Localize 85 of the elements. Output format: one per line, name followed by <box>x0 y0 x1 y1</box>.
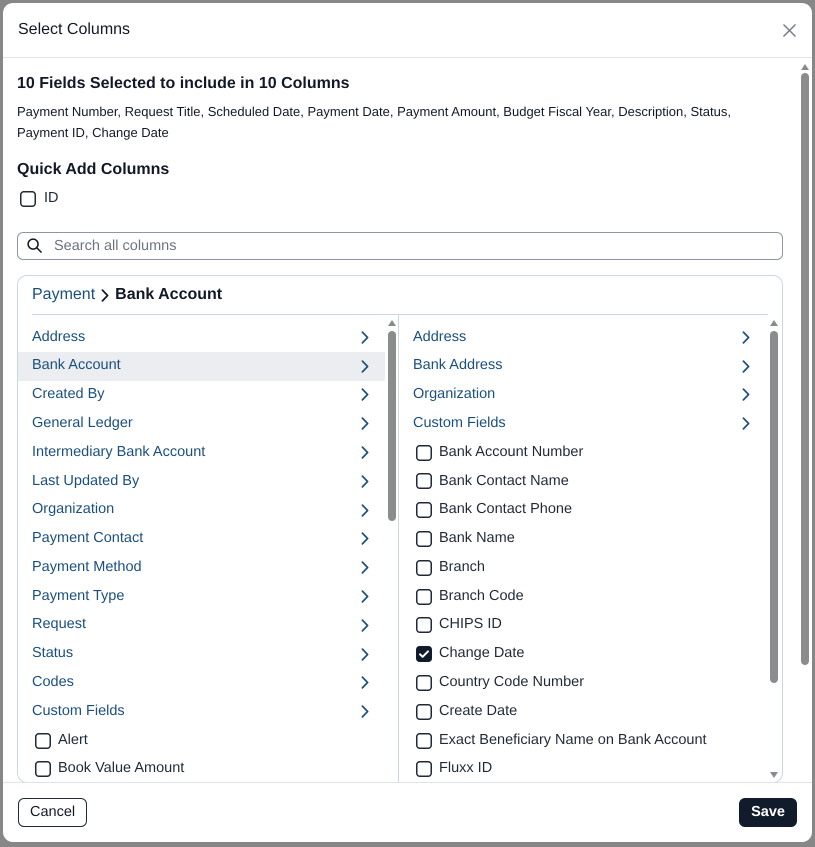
breadcrumb-link[interactable]: Payment <box>32 283 96 307</box>
checkbox[interactable] <box>35 732 51 749</box>
checkbox[interactable] <box>416 530 432 547</box>
chevron-right-icon <box>742 330 750 344</box>
checkbox[interactable] <box>416 444 432 461</box>
checkbox-label[interactable]: Fluxx ID <box>439 758 492 780</box>
checkbox-label[interactable]: Exact Beneficiary Name on Bank Account <box>439 730 707 752</box>
checkbox-label[interactable]: Book Value Amount <box>58 758 184 780</box>
checkbox-label[interactable]: Branch Code <box>439 586 524 608</box>
search-icon <box>27 238 42 253</box>
chevron-right-icon <box>361 446 369 460</box>
category-item[interactable]: Payment Contact <box>18 524 385 554</box>
category-item[interactable]: Organization <box>18 496 385 525</box>
chevron-right-icon <box>361 561 369 574</box>
category-item[interactable]: Intermediary Bank Account <box>18 438 385 467</box>
chevron-right-icon <box>361 705 369 718</box>
checkbox[interactable] <box>35 761 51 778</box>
checkbox-label[interactable]: Alert <box>58 730 88 752</box>
chevron-right-icon <box>361 388 369 402</box>
checkbox[interactable] <box>416 646 432 662</box>
save-button[interactable]: Save <box>739 798 797 827</box>
category-item[interactable]: Custom Fields <box>399 409 766 438</box>
chevron-right-icon <box>361 532 369 546</box>
selected-fields-text: Payment Number, Request Title, Scheduled Date, Payment Date, Payment Amount, Budget Fiscal Year, Description, Status, Payment ID, Change Date <box>17 103 732 142</box>
chevron-right-icon <box>361 417 369 430</box>
checkbox[interactable] <box>416 473 432 490</box>
category-item[interactable]: Bank Account <box>18 352 385 381</box>
scroll-up-arrow-icon[interactable] <box>801 64 809 70</box>
checkbox[interactable] <box>416 704 432 720</box>
breadcrumb-separator-icon <box>101 288 110 302</box>
search-field[interactable]: Search all columns <box>17 232 783 260</box>
chevron-right-icon <box>361 676 369 690</box>
category-item[interactable]: Address <box>399 323 766 352</box>
category-item[interactable]: Address <box>18 323 385 352</box>
checkbox-label[interactable]: Bank Contact Name <box>439 470 569 492</box>
chevron-right-icon <box>361 474 369 488</box>
scrollbar-thumb[interactable] <box>801 73 809 665</box>
quick-add-heading: Quick Add Columns <box>17 160 170 180</box>
scroll-down-arrow-icon[interactable] <box>770 772 778 778</box>
checkbox-label[interactable]: Country Code Number <box>439 672 584 694</box>
close-icon[interactable] <box>783 24 796 36</box>
checkbox-label[interactable]: Bank Contact Phone <box>439 499 572 522</box>
summary-heading: 10 Fields Selected to include in 10 Columns <box>17 74 351 94</box>
scrollbar-thumb[interactable] <box>770 331 778 683</box>
checkbox[interactable] <box>416 560 432 576</box>
checkbox-label[interactable]: Bank Name <box>439 528 515 550</box>
checkbox[interactable] <box>416 732 432 749</box>
category-item[interactable]: Created By <box>18 380 385 410</box>
chevron-right-icon <box>361 360 369 373</box>
category-item[interactable]: Last Updated By <box>18 466 385 496</box>
checkbox[interactable] <box>416 617 432 634</box>
checkbox[interactable] <box>416 588 432 605</box>
checkbox-label[interactable]: Bank Account Number <box>439 442 584 464</box>
checkbox[interactable] <box>416 761 432 778</box>
chevron-right-icon <box>742 360 750 373</box>
scrollbar-thumb[interactable] <box>388 331 396 521</box>
checkbox-label[interactable]: CHIPS ID <box>439 614 502 636</box>
checkbox-label[interactable]: Create Date <box>439 700 518 723</box>
category-item[interactable]: General Ledger <box>18 409 385 438</box>
chevron-right-icon <box>742 388 750 402</box>
category-item[interactable]: Custom Fields <box>18 697 385 726</box>
scroll-up-arrow-icon[interactable] <box>770 320 778 326</box>
checkbox-label[interactable]: Change Date <box>439 643 524 666</box>
checkbox-label[interactable]: Branch <box>439 556 485 579</box>
category-item[interactable]: Codes <box>18 668 385 698</box>
breadcrumb-current: Bank Account <box>115 285 222 305</box>
chevron-right-icon <box>361 648 369 661</box>
chevron-right-icon <box>361 590 369 604</box>
chevron-right-icon <box>361 330 369 344</box>
category-item[interactable]: Bank Address <box>399 352 766 381</box>
category-item[interactable]: Status <box>18 640 385 669</box>
category-item[interactable]: Organization <box>399 380 766 410</box>
chevron-right-icon <box>361 618 369 632</box>
scroll-up-arrow-icon[interactable] <box>388 320 396 326</box>
category-item[interactable]: Request <box>18 610 385 640</box>
category-item[interactable]: Payment Type <box>18 582 385 611</box>
cancel-button[interactable]: Cancel <box>18 798 88 827</box>
checkbox[interactable] <box>20 191 36 207</box>
checkbox[interactable] <box>416 674 432 691</box>
chevron-right-icon <box>742 417 750 430</box>
chevron-right-icon <box>361 504 369 517</box>
checkbox-label[interactable]: ID <box>44 188 58 210</box>
dialog-title: Select Columns <box>18 20 130 40</box>
category-item[interactable]: Payment Method <box>18 553 385 582</box>
checkbox[interactable] <box>416 502 432 518</box>
